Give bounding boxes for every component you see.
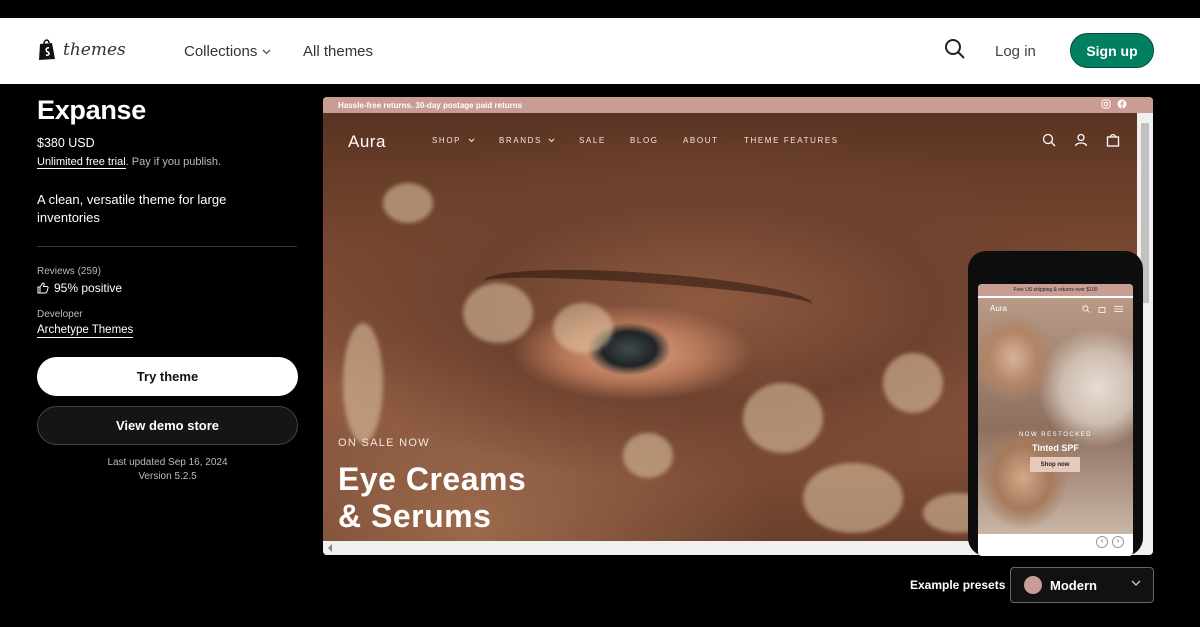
reviews-rating: 95% positive — [37, 281, 299, 295]
trial-suffix: . Pay if you publish. — [125, 156, 222, 168]
preset-swatch — [1024, 576, 1042, 594]
flower-blur — [623, 433, 673, 478]
phone-shop-now-button[interactable]: Shop now — [1030, 457, 1080, 472]
nav-collections[interactable]: Collections — [184, 43, 271, 60]
nav-all-themes[interactable]: All themes — [303, 43, 373, 60]
phone-slider-controls: ‹ › — [1096, 536, 1124, 548]
phone-hero-image — [978, 298, 1133, 534]
phone-subtitle: NOW RESTOCKED — [1018, 432, 1093, 438]
announcement-bar: Hassle-free returns. 30-day postage paid… — [323, 97, 1153, 113]
view-demo-store-button[interactable]: View demo store — [37, 406, 298, 445]
account-icon[interactable] — [1074, 133, 1088, 147]
nav-collections-label: Collections — [184, 43, 258, 60]
last-updated: Last updated Sep 16, 2024 — [107, 457, 228, 468]
trial-link[interactable]: Unlimited free trial — [37, 156, 126, 169]
shopify-themes-logo[interactable]: themes — [37, 38, 126, 61]
preset-selected: Modern — [1050, 577, 1097, 593]
phone-title: Tinted SPF — [1032, 443, 1079, 453]
chevron-down-icon — [468, 138, 475, 143]
thumbs-up-icon — [37, 282, 49, 294]
presets-label: Example presets — [910, 578, 1006, 592]
site-header: themes Collections All themes Log in Sig… — [0, 18, 1200, 84]
store-nav-about[interactable]: ABOUT — [683, 136, 719, 145]
version: Version 5.2.5 — [138, 471, 197, 482]
flower-blur — [743, 383, 823, 453]
chevron-down-icon — [1131, 580, 1141, 586]
developer-link[interactable]: Archetype Themes — [37, 324, 134, 338]
developer-block: Developer Archetype Themes — [37, 309, 299, 338]
flower-blur — [553, 303, 613, 353]
flower-blur — [803, 463, 903, 533]
theme-price: $380 USD — [37, 136, 95, 150]
chevron-left-icon[interactable]: ‹ — [1096, 536, 1108, 548]
search-icon[interactable] — [944, 38, 966, 60]
phone-nav: Aura — [978, 298, 1133, 322]
phone-menu-icon[interactable] — [1114, 305, 1123, 313]
flower-blur — [383, 183, 433, 223]
divider — [37, 246, 297, 247]
chevron-down-icon — [262, 49, 271, 54]
trial-info: Unlimited free trial. Pay if you publish… — [37, 156, 299, 169]
try-theme-button[interactable]: Try theme — [37, 357, 298, 396]
flower-blur — [463, 283, 533, 343]
announcement-text: Hassle-free returns. 30-day postage paid… — [338, 100, 523, 110]
theme-title: Expanse — [37, 95, 146, 125]
cart-icon[interactable] — [1106, 133, 1120, 147]
chevron-right-icon[interactable]: › — [1112, 536, 1124, 548]
flower-blur — [883, 353, 943, 413]
login-link[interactable]: Log in — [995, 43, 1036, 60]
hero-subtitle: ON SALE NOW — [338, 437, 430, 449]
phone-screen: Free US shipping & returns over $100 Aur… — [978, 284, 1133, 556]
flower-blur — [343, 323, 383, 443]
headline-line-2: & Serums — [338, 498, 492, 534]
phone-announcement: Free US shipping & returns over $100 — [978, 284, 1133, 296]
shopify-bag-icon — [39, 39, 55, 60]
store-nav-blog[interactable]: BLOG — [630, 136, 659, 145]
store-nav-shop[interactable]: SHOP — [432, 136, 461, 145]
hero-headline: Eye Creams & Serums — [338, 461, 526, 535]
facebook-icon[interactable] — [1117, 99, 1127, 109]
theme-description: A clean, versatile theme for large inven… — [37, 192, 227, 225]
store-nav: Aura SHOP BRANDS SALE BLOG ABOUT THEME F… — [323, 113, 1137, 163]
social-links — [1101, 99, 1127, 109]
update-info: Last updated Sep 16, 2024 Version 5.2.5 — [37, 456, 298, 484]
store-logo[interactable]: Aura — [348, 132, 386, 152]
chevron-down-icon — [548, 138, 555, 143]
store-nav-theme-features[interactable]: THEME FEATURES — [744, 136, 839, 145]
preset-select[interactable]: Modern — [1010, 567, 1154, 603]
phone-cart-icon[interactable] — [1098, 305, 1106, 313]
instagram-icon[interactable] — [1101, 99, 1111, 109]
phone-search-icon[interactable] — [1082, 305, 1090, 313]
reviews-block: Reviews (259) 95% positive — [37, 266, 299, 295]
reviews-label[interactable]: Reviews (259) — [37, 266, 299, 277]
signup-button[interactable]: Sign up — [1070, 33, 1154, 68]
store-search-icon[interactable] — [1042, 133, 1056, 147]
logo-text: themes — [63, 39, 126, 60]
store-nav-sale[interactable]: SALE — [579, 136, 606, 145]
phone-logo[interactable]: Aura — [990, 304, 1007, 313]
developer-label: Developer — [37, 309, 83, 320]
reviews-value: 95% positive — [54, 281, 123, 295]
theme-info-panel: Expanse $380 USD Unlimited free trial. P… — [37, 95, 299, 482]
chevron-left-icon[interactable] — [327, 544, 333, 552]
store-nav-brands[interactable]: BRANDS — [499, 136, 542, 145]
mobile-preview[interactable]: Free US shipping & returns over $100 Aur… — [968, 251, 1143, 556]
headline-line-1: Eye Creams — [338, 461, 527, 497]
